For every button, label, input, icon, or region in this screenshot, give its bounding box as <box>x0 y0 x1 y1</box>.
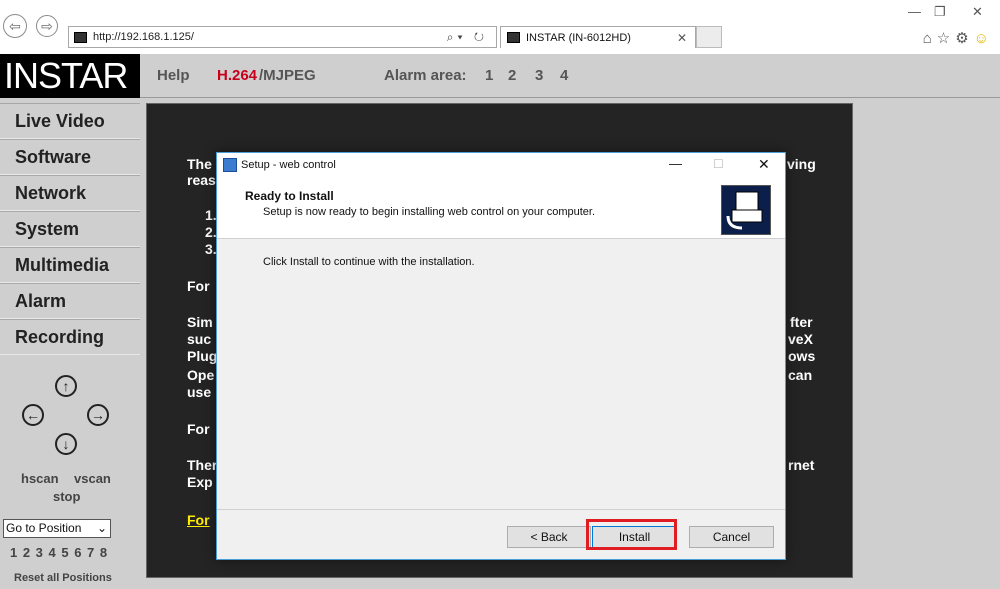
bg-text-plug: Plug <box>187 348 218 364</box>
dialog-body-text: Click Install to continue with the insta… <box>263 256 475 268</box>
bg-text-can: can <box>788 367 813 383</box>
ptz-down-icon[interactable]: ↓ <box>55 433 77 455</box>
address-bar[interactable]: http://192.168.1.125/ ⌕▾ ↻ <box>68 26 497 48</box>
restore-icon[interactable]: ❐ <box>934 4 946 20</box>
reset-positions-link[interactable]: Reset all Positions <box>14 572 112 584</box>
dialog-minimize-icon[interactable]: — <box>669 156 682 171</box>
cancel-button[interactable]: Cancel <box>689 526 774 548</box>
bg-text-n1: 1. <box>205 207 217 223</box>
bg-text-ope: Ope <box>187 367 215 383</box>
dialog-footer: < Back Install Cancel <box>217 509 785 559</box>
tab-favicon-icon <box>507 32 520 43</box>
top-nav-bar <box>0 54 1000 98</box>
ptz-left-icon[interactable]: ← <box>22 404 44 426</box>
bg-text-the: The <box>187 156 212 172</box>
bg-text-for2: For <box>187 421 210 437</box>
sidebar-item-alarm[interactable]: Alarm <box>0 283 140 319</box>
browser-chrome: ⇦ ⇨ http://192.168.1.125/ ⌕▾ ↻ INSTAR (I… <box>0 0 1000 54</box>
dialog-close-icon[interactable]: ✕ <box>758 156 770 173</box>
instar-logo: INSTAR <box>0 54 140 98</box>
bg-text-rnet: rnet <box>788 457 815 473</box>
sidebar-item-software[interactable]: Software <box>0 139 140 175</box>
install-highlight-box <box>586 519 677 550</box>
bg-text-suc: suc <box>187 331 212 347</box>
alarm-area-2[interactable]: 2 <box>508 67 516 84</box>
ptz-up-icon[interactable]: ↑ <box>55 375 77 397</box>
bg-text-sim: Sim <box>187 314 213 330</box>
position-numbers[interactable]: 1 2 3 4 5 6 7 8 <box>10 545 108 560</box>
tab-title: INSTAR (IN-6012HD) <box>526 31 631 44</box>
dialog-title: Setup - web control <box>241 159 336 171</box>
dialog-heading: Ready to Install <box>245 189 334 203</box>
dialog-body: Click Install to continue with the insta… <box>217 239 785 509</box>
site-favicon-icon <box>74 31 87 43</box>
minimize-icon[interactable]: — <box>908 4 921 19</box>
ptz-right-icon[interactable]: → <box>87 404 109 426</box>
go-to-position-select[interactable]: Go to Position ⌄ <box>3 519 111 538</box>
bg-text-exp: Exp <box>187 474 213 490</box>
dialog-subheading: Setup is now ready to begin installing w… <box>263 206 596 218</box>
bg-text-reas: reas <box>187 172 216 188</box>
smiley-feedback-icon[interactable]: ☺ <box>974 30 994 47</box>
bg-text-ther: Ther <box>187 457 218 473</box>
sidebar-item-multimedia[interactable]: Multimedia <box>0 247 140 283</box>
sidebar: Live Video Software Network System Multi… <box>0 103 140 589</box>
hscan-link[interactable]: hscan <box>21 471 59 486</box>
close-tab-icon[interactable]: ✕ <box>677 31 687 45</box>
dialog-maximize-icon: ☐ <box>713 157 724 171</box>
bg-text-fter: fter <box>790 314 813 330</box>
h264-link[interactable]: H.264 <box>217 67 257 84</box>
vscan-link[interactable]: vscan <box>74 471 111 486</box>
settings-gear-icon[interactable]: ⚙ <box>955 30 973 47</box>
home-icon[interactable]: ⌂ <box>923 30 937 47</box>
go-to-position-value: Go to Position <box>6 521 82 535</box>
alarm-area-3[interactable]: 3 <box>535 67 543 84</box>
sidebar-item-live-video[interactable]: Live Video <box>0 103 140 139</box>
help-link[interactable]: Help <box>157 67 190 84</box>
chevron-down-icon: ⌄ <box>96 521 107 535</box>
bg-text-ving: ving <box>787 156 816 172</box>
window-close-icon[interactable]: ✕ <box>972 4 983 20</box>
dialog-header: Ready to Install Setup is now ready to b… <box>217 179 785 239</box>
sidebar-item-system[interactable]: System <box>0 211 140 247</box>
mjpeg-link[interactable]: /MJPEG <box>259 67 316 84</box>
bg-text-for1: For <box>187 278 210 294</box>
toolbar-icons: ⌂☆⚙☺ <box>923 29 994 47</box>
sidebar-item-recording[interactable]: Recording <box>0 319 140 355</box>
bg-text-ows: ows <box>788 348 816 364</box>
alarm-area-4[interactable]: 4 <box>560 67 568 84</box>
sidebar-item-network[interactable]: Network <box>0 175 140 211</box>
forward-arrow-icon[interactable]: ⇨ <box>36 15 58 37</box>
favorites-star-icon[interactable]: ☆ <box>937 30 955 47</box>
bg-text-n3: 3. <box>205 241 217 257</box>
stop-link[interactable]: stop <box>53 489 80 504</box>
browser-tab[interactable]: INSTAR (IN-6012HD) ✕ <box>500 26 696 48</box>
bg-text-n2: 2. <box>205 224 217 240</box>
search-refresh-icons[interactable]: ⌕▾ ↻ <box>447 30 488 45</box>
url-text: http://192.168.1.125/ <box>93 31 194 43</box>
bg-text-vex: veX <box>788 331 813 347</box>
setup-dialog: Setup - web control — ☐ ✕ Ready to Insta… <box>216 152 786 560</box>
bg-link-for[interactable]: For <box>187 512 210 528</box>
back-arrow-icon[interactable]: ⇦ <box>3 14 27 38</box>
alarm-area-1[interactable]: 1 <box>485 67 493 84</box>
installer-computer-icon <box>721 185 771 235</box>
back-button[interactable]: < Back <box>507 526 591 548</box>
setup-app-icon <box>223 158 237 172</box>
alarm-area-label: Alarm area: <box>384 67 467 84</box>
new-tab-button[interactable] <box>696 26 722 48</box>
dialog-titlebar[interactable]: Setup - web control — ☐ ✕ <box>217 153 785 179</box>
bg-text-use: use <box>187 384 212 400</box>
